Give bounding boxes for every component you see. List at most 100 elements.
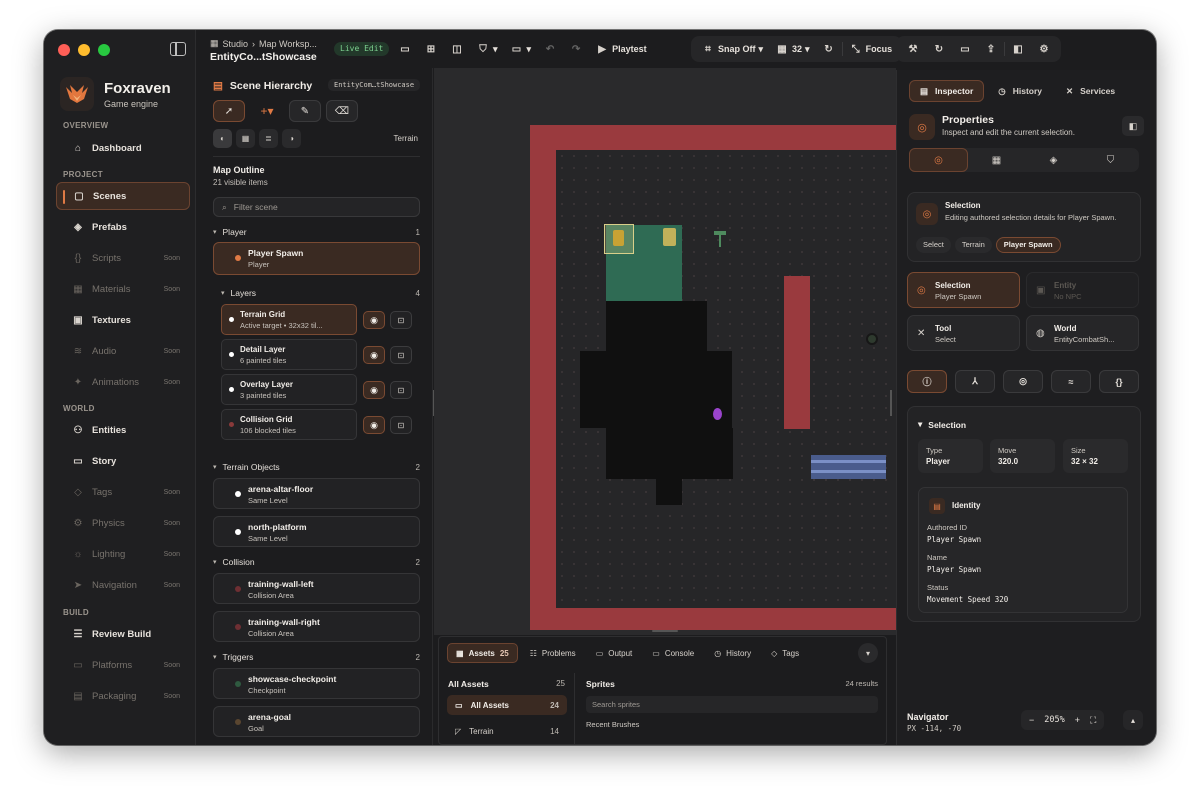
sidebar-item-prefabs[interactable]: ◈ Prefabs	[56, 213, 190, 241]
lock-toggle[interactable]: ⊡	[390, 311, 412, 329]
map-canvas[interactable]	[434, 68, 896, 635]
chip-terrain[interactable]: Terrain	[954, 237, 992, 253]
redo-button[interactable]: ↷	[563, 36, 589, 62]
visibility-toggle[interactable]: ◉	[363, 416, 385, 434]
bottom-resize-handle[interactable]	[652, 630, 678, 632]
grid-mode-button[interactable]: ▦	[236, 129, 255, 148]
list-item[interactable]: training-wall-right Collision Area	[213, 611, 420, 642]
search-sprites-input[interactable]: Search sprites	[586, 696, 878, 713]
mode-properties-button[interactable]: ◎	[909, 148, 968, 172]
snap-button[interactable]: ⌗ Snap Off ▾	[695, 36, 769, 62]
sidebar-item-lighting[interactable]: ☼ Lighting Soon	[56, 540, 190, 568]
sidebar-item-navigation[interactable]: ➤ Navigation Soon	[56, 571, 190, 599]
grid-size-button[interactable]: ▦ 32 ▾	[769, 36, 816, 62]
sidebar-item-animations[interactable]: ✦ Animations Soon	[56, 368, 190, 396]
goal-bench[interactable]	[811, 455, 886, 479]
group-terrain-objects[interactable]: ▾ Terrain Objects 2	[213, 460, 420, 474]
script-section-button[interactable]: {}	[1099, 370, 1139, 393]
eraser-tool-button[interactable]: ⌫	[326, 100, 358, 122]
category-terrain[interactable]: ◸ Terrain 14	[447, 721, 567, 741]
tab-console[interactable]: ▭ Console	[644, 643, 702, 663]
checkpoint-gem-icon[interactable]	[713, 408, 722, 420]
tab-history[interactable]: ◷ History	[706, 643, 759, 663]
filter-scene-input[interactable]: ⌕ Filter scene	[213, 197, 420, 217]
sidebar-item-audio[interactable]: ≋ Audio Soon	[56, 337, 190, 365]
category-all-assets[interactable]: ▭ All Assets 24	[447, 695, 567, 715]
training-wall-right[interactable]	[784, 276, 810, 429]
tab-inspector[interactable]: ▤ Inspector	[909, 80, 985, 102]
mode-map-button[interactable]: ⛉	[1082, 148, 1139, 172]
zoom-in-button[interactable]: +	[1075, 715, 1080, 725]
playtest-button[interactable]: ▶ Playtest	[589, 36, 653, 62]
folder-menu-button[interactable]: ▭ ▾	[504, 36, 538, 62]
panel-resize-handle[interactable]	[890, 390, 892, 416]
tab-history[interactable]: ◷ History	[988, 80, 1052, 102]
fit-view-icon[interactable]: ⛶	[1090, 715, 1096, 726]
layer-row-collision[interactable]: Collision Grid 106 blocked tiles	[221, 409, 357, 440]
authored-id-value[interactable]: Player Spawn	[927, 535, 981, 544]
list-item-player-spawn[interactable]: Player Spawn Player	[213, 242, 420, 275]
sidebar-item-packaging[interactable]: ▤ Packaging Soon	[56, 682, 190, 710]
info-section-button[interactable]: ⓘ	[907, 370, 947, 393]
dock-panel-button[interactable]: ◧	[1122, 116, 1144, 136]
list-item[interactable]: north-platform Same Level	[213, 516, 420, 547]
layers-mode-button[interactable]: ≣	[259, 129, 278, 148]
sidebar-item-textures[interactable]: ▣ Textures	[56, 306, 190, 334]
group-collision[interactable]: ▾ Collision 2	[213, 555, 420, 569]
stat-size[interactable]: Size 32 × 32	[1063, 439, 1128, 473]
lock-toggle[interactable]: ⊡	[390, 346, 412, 364]
sidebar-item-platforms[interactable]: ▭ Platforms Soon	[56, 651, 190, 679]
stat-move[interactable]: Move 320.0	[990, 439, 1055, 473]
hierarchy-section-button[interactable]: ⅄	[955, 370, 995, 393]
list-item[interactable]: training-wall-left Collision Area	[213, 573, 420, 604]
chip-select[interactable]: Select	[916, 237, 951, 253]
sidebar-item-entities[interactable]: ⚇ Entities	[56, 416, 190, 444]
selection-mini-card[interactable]: ◎ Selection Player Spawn	[907, 272, 1020, 308]
bucket-button[interactable]: ◫	[444, 36, 470, 62]
refresh-button[interactable]: ↻	[926, 36, 952, 62]
style-section-button[interactable]: ◎	[1003, 370, 1043, 393]
layer-row-overlay[interactable]: Overlay Layer 3 painted tiles	[221, 374, 357, 405]
zoom-out-button[interactable]: −	[1029, 715, 1034, 725]
map-menu-button[interactable]: ⛉ ▾	[470, 36, 504, 62]
expand-navigator-button[interactable]: ▴	[1123, 710, 1143, 730]
minimize-window-button[interactable]	[78, 44, 90, 56]
new-button[interactable]: ⊞	[418, 36, 444, 62]
terrain-mode-button[interactable]: ◐	[213, 129, 232, 148]
list-item[interactable]: arena-altar-floor Same Level	[213, 478, 420, 509]
undo-button[interactable]: ↶	[537, 36, 563, 62]
tab-output[interactable]: ▭ Output	[588, 643, 641, 663]
npc-sprite-icon[interactable]	[663, 228, 676, 246]
group-player[interactable]: ▾ Player 1	[213, 225, 420, 239]
select-tool-button[interactable]: ➚	[213, 100, 245, 122]
chip-player-spawn[interactable]: Player Spawn	[995, 237, 1061, 253]
mode-layers-button[interactable]: ◈	[1025, 148, 1082, 172]
tab-problems[interactable]: ☷ Problems	[522, 643, 584, 663]
sidebar-item-tags[interactable]: ◇ Tags Soon	[56, 478, 190, 506]
sidebar-item-dashboard[interactable]: ⌂ Dashboard	[56, 134, 190, 162]
sidebar-item-scripts[interactable]: {} Scripts Soon	[56, 244, 190, 272]
breadcrumb-workspace[interactable]: Map Worksp...	[259, 39, 317, 49]
build-tool-button[interactable]: ⚒	[900, 36, 926, 62]
group-layers[interactable]: ▾ Layers 4	[221, 286, 420, 300]
sidebar-item-physics[interactable]: ⚙ Physics Soon	[56, 509, 190, 537]
close-window-button[interactable]	[58, 44, 70, 56]
motion-section-button[interactable]: ≈	[1051, 370, 1091, 393]
zoom-window-button[interactable]	[98, 44, 110, 56]
collapse-panel-button[interactable]: ▾	[858, 643, 878, 663]
rotate-button[interactable]: ↻	[816, 36, 842, 62]
tool-mini-card[interactable]: ✕ Tool Select	[907, 315, 1020, 351]
sidebar-item-review-build[interactable]: ☰ Review Build	[56, 620, 190, 648]
tab-services[interactable]: ✕ Services	[1056, 80, 1125, 102]
list-item[interactable]: arena-goal Goal	[213, 706, 420, 737]
list-item[interactable]: showcase-checkpoint Checkpoint	[213, 668, 420, 699]
window-button[interactable]: ▭	[952, 36, 978, 62]
visibility-toggle[interactable]: ◉	[363, 346, 385, 364]
bush-icon[interactable]	[866, 333, 878, 345]
sidebar-item-story[interactable]: ▭ Story	[56, 447, 190, 475]
add-tool-button[interactable]: +▾	[250, 100, 284, 122]
lock-toggle[interactable]: ⊡	[390, 416, 412, 434]
world-mini-card[interactable]: ◍ World EntityCombatSh...	[1026, 315, 1139, 351]
settings-button[interactable]: ⚙	[1031, 36, 1057, 62]
tab-assets[interactable]: ▦ Assets 25	[447, 643, 518, 663]
